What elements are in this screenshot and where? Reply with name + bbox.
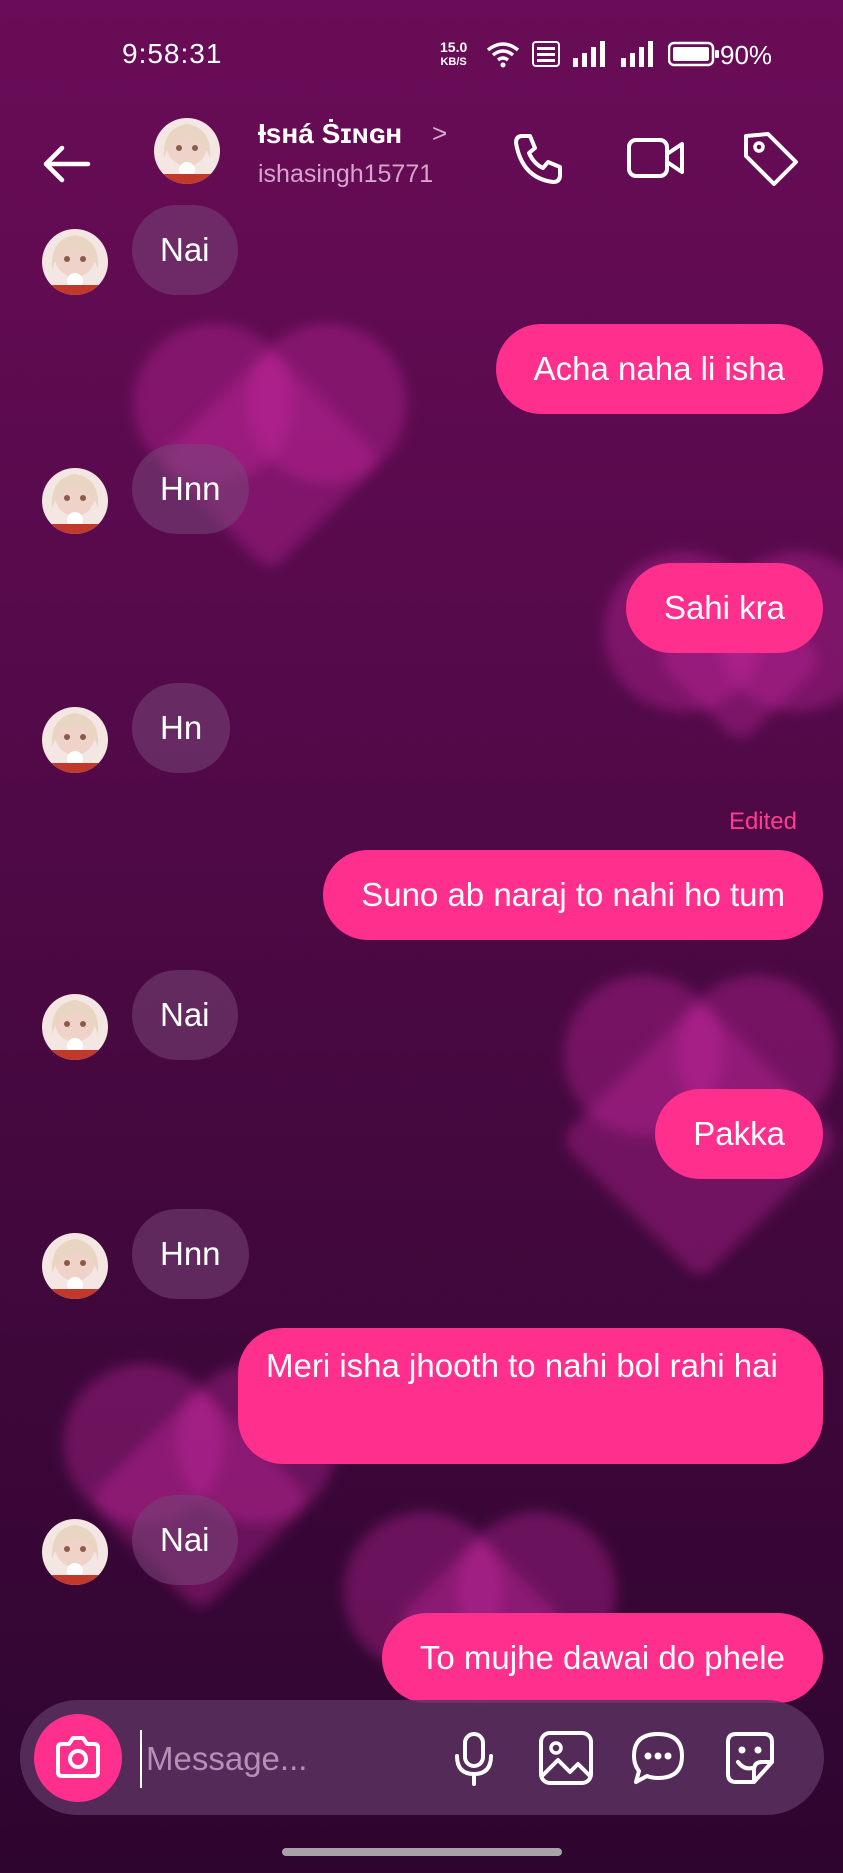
anime-avatar-image: [154, 118, 220, 184]
battery-percentage: 90%: [720, 40, 773, 70]
network-speed: 15.0 KB/S: [440, 40, 467, 70]
outgoing-message[interactable]: Suno ab naraj to nahi ho tum: [323, 850, 823, 940]
anime-avatar-image: [42, 468, 108, 534]
sender-avatar[interactable]: [42, 468, 108, 534]
sender-avatar[interactable]: [42, 1233, 108, 1299]
incoming-message[interactable]: Hn: [132, 683, 231, 773]
message-input[interactable]: [140, 1730, 448, 1788]
home-indicator[interactable]: [282, 1848, 562, 1856]
battery-icon: [668, 41, 719, 67]
incoming-message[interactable]: Nai: [132, 970, 238, 1060]
sender-avatar[interactable]: [42, 1519, 108, 1585]
status-bar: 9:58:31 15.0 KB/S 90%: [0, 0, 843, 110]
microphone-icon[interactable]: [444, 1728, 504, 1788]
sender-avatar[interactable]: [42, 994, 108, 1060]
sticker-icon[interactable]: [720, 1728, 780, 1788]
camera-icon: [56, 1736, 100, 1778]
incoming-message[interactable]: Nai: [132, 205, 238, 295]
edited-label: Edited: [728, 808, 797, 835]
signal-1-icon: [573, 41, 605, 67]
anime-avatar-image: [42, 1233, 108, 1299]
outgoing-message[interactable]: Sahi kra: [625, 563, 823, 653]
network-speed-unit: KB/S: [440, 56, 467, 68]
video-camera-icon[interactable]: [626, 128, 686, 188]
camera-button[interactable]: [34, 1714, 122, 1802]
sender-avatar[interactable]: [42, 229, 108, 295]
incoming-message[interactable]: Hnn: [132, 1209, 249, 1299]
network-speed-value: 15.0: [440, 39, 468, 55]
tag-icon[interactable]: [740, 128, 800, 188]
status-icons: [486, 40, 720, 68]
image-icon[interactable]: [536, 1728, 596, 1788]
wifi-icon: [486, 42, 520, 68]
volte-icon: [532, 41, 560, 67]
contact-name[interactable]: Ɨѕнá Ṡɪɴɢн: [258, 118, 402, 150]
outgoing-message[interactable]: Acha naha li isha: [495, 324, 823, 414]
chat-header: Ɨѕнá Ṡɪɴɢн > ishasingh15771: [0, 110, 843, 220]
incoming-message[interactable]: Hnn: [132, 444, 249, 534]
outgoing-message[interactable]: Meri isha jhooth to nahi bol rahi hai: [238, 1328, 823, 1464]
anime-avatar-image: [42, 707, 108, 773]
outgoing-message[interactable]: Pakka: [655, 1089, 823, 1179]
anime-avatar-image: [42, 1519, 108, 1585]
chat-bubble-icon[interactable]: [628, 1728, 688, 1788]
arrow-left-icon[interactable]: [36, 134, 96, 194]
message-composer: [20, 1700, 824, 1815]
contact-avatar[interactable]: [154, 118, 220, 184]
anime-avatar-image: [42, 229, 108, 295]
outgoing-message[interactable]: To mujhe dawai do phele: [381, 1613, 823, 1703]
contact-username[interactable]: ishasingh15771: [258, 160, 433, 189]
sender-avatar[interactable]: [42, 707, 108, 773]
anime-avatar-image: [42, 994, 108, 1060]
signal-2-icon: [621, 41, 653, 67]
status-time: 9:58:31: [122, 38, 223, 69]
incoming-message[interactable]: Nai: [132, 1495, 238, 1585]
phone-icon[interactable]: [508, 128, 568, 188]
chevron-right-icon[interactable]: >: [432, 118, 447, 149]
